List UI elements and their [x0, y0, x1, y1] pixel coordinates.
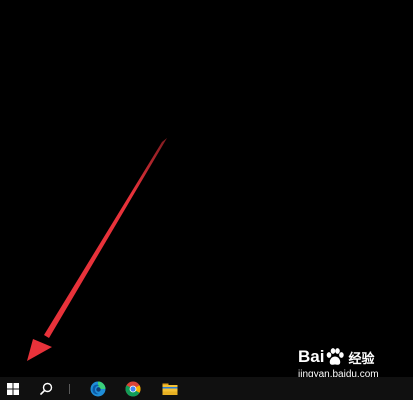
baidu-paw-icon: [327, 348, 345, 365]
taskbar-divider: [69, 384, 70, 394]
file-explorer-button[interactable]: [158, 377, 182, 400]
search-button[interactable]: [33, 377, 59, 400]
chrome-browser-icon: [125, 381, 141, 396]
watermark-brand-bai: Bai: [298, 347, 325, 366]
start-button[interactable]: [0, 377, 26, 400]
edge-browser-button[interactable]: [86, 377, 110, 400]
watermark-brand: Bai 经验: [298, 347, 374, 367]
chrome-browser-button[interactable]: [121, 377, 145, 400]
desktop-background: [0, 0, 413, 377]
edge-browser-icon: [90, 381, 106, 396]
search-icon: [39, 382, 52, 395]
file-explorer-icon: [162, 383, 178, 395]
watermark-brand-jingyan: 经验: [348, 350, 375, 366]
taskbar: [0, 377, 413, 400]
windows-logo-icon: [7, 382, 19, 395]
